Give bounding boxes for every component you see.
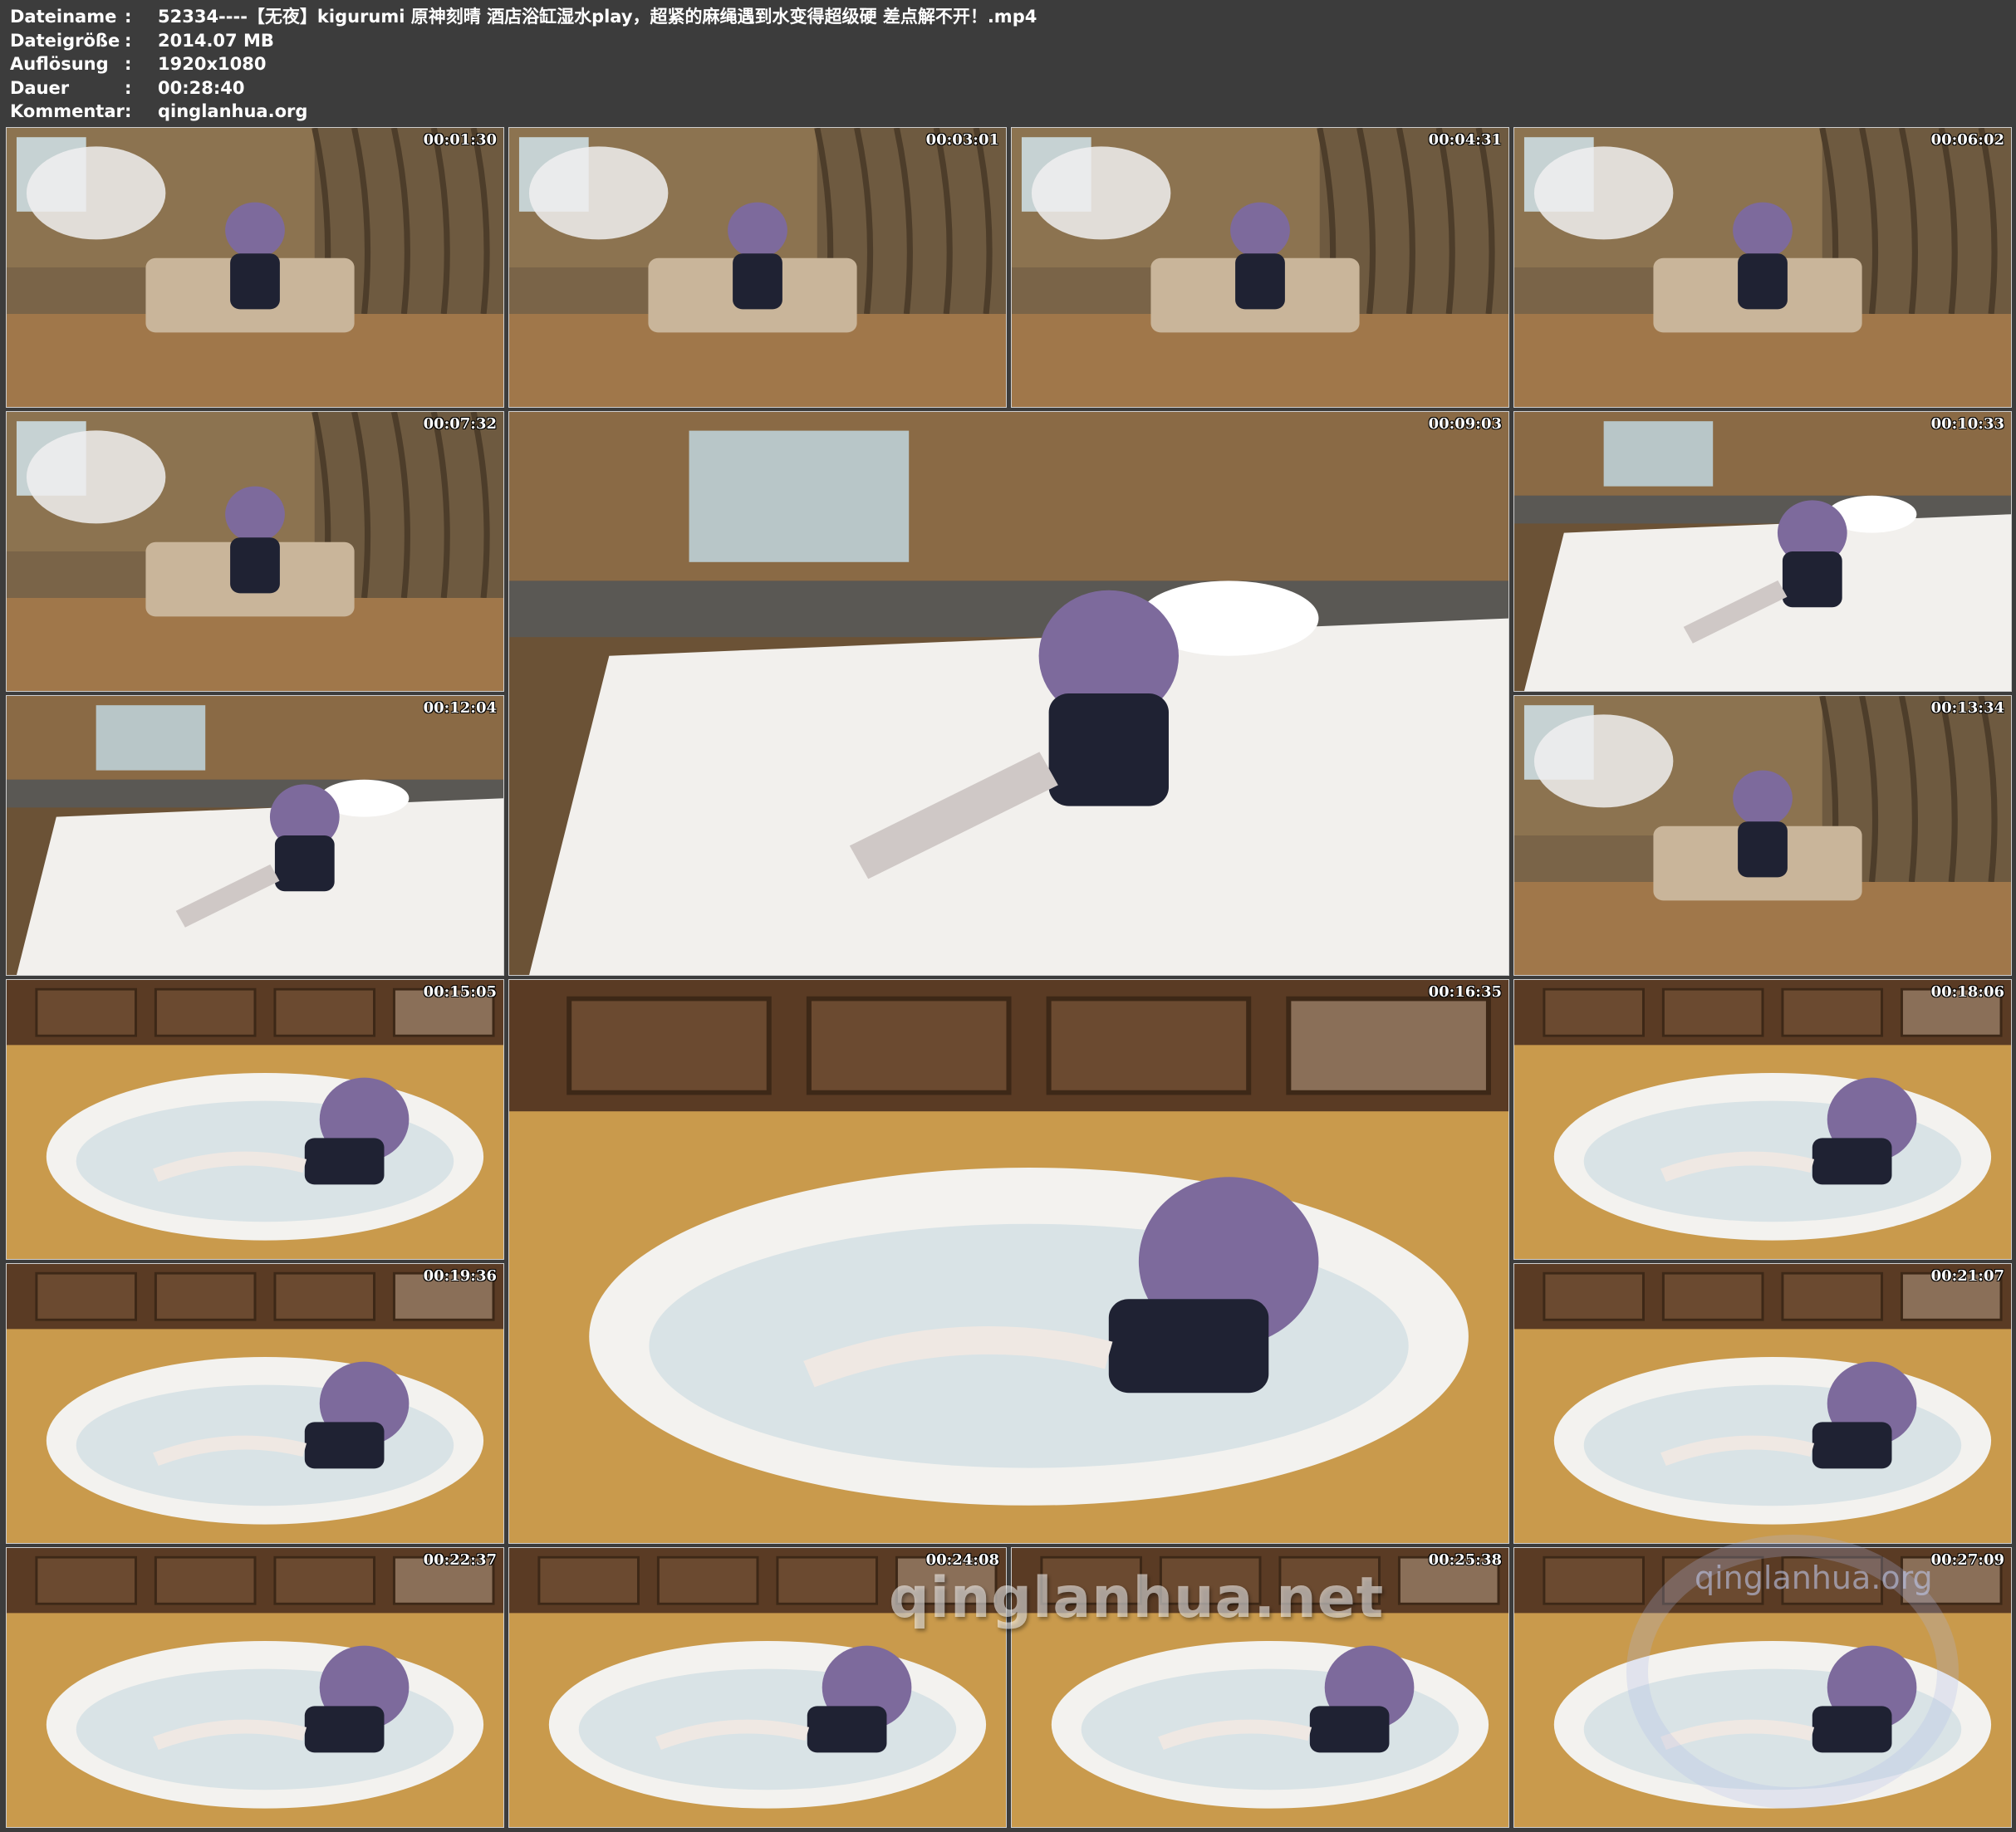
video-frame-thumbnail: 00:07:32: [6, 411, 504, 692]
frame-image: [1514, 412, 2011, 691]
video-frame-thumbnail: 00:21:07: [1513, 1263, 2012, 1544]
file-info: Dateiname : 52334----【无夜】kigurumi 原神刻晴 酒…: [10, 5, 1037, 124]
filename-label: Dateiname: [10, 7, 117, 27]
filesize-row: Dateigröße : 2014.07 MB: [10, 29, 1037, 53]
frame-image: [7, 128, 503, 407]
frame-timestamp: 00:25:38: [1428, 1551, 1502, 1569]
watermark-net: qinglanhua.net: [889, 1565, 1385, 1631]
frame-image: [7, 412, 503, 691]
frame-image: [509, 412, 1508, 975]
filesize-sep: :: [125, 30, 132, 51]
duration-value: 00:28:40: [158, 77, 245, 98]
filesize-label: Dateigröße: [10, 30, 120, 51]
duration-sep: :: [125, 77, 132, 98]
resolution-row: Auflösung : 1920x1080: [10, 52, 1037, 76]
frame-image: [1012, 128, 1508, 407]
frame-timestamp: 00:09:03: [1428, 415, 1502, 433]
frame-timestamp: 00:19:36: [423, 1267, 497, 1285]
frame-timestamp: 00:22:37: [423, 1551, 497, 1569]
video-frame-thumbnail: 00:09:03: [508, 411, 1509, 976]
video-frame-thumbnail: 00:06:02: [1513, 127, 2012, 408]
frame-timestamp: 00:18:06: [1930, 983, 2004, 1001]
video-frame-thumbnail: 00:22:37: [6, 1547, 504, 1828]
frame-timestamp: 00:01:30: [423, 131, 497, 149]
filesize-value: 2014.07 MB: [158, 30, 274, 51]
frame-image: [1514, 696, 2011, 975]
filename-row: Dateiname : 52334----【无夜】kigurumi 原神刻晴 酒…: [10, 5, 1037, 29]
frame-image: [1514, 128, 2011, 407]
video-frame-thumbnail: 00:10:33: [1513, 411, 2012, 692]
duration-row: Dauer : 00:28:40: [10, 76, 1037, 100]
video-frame-thumbnail: 00:16:35: [508, 979, 1509, 1544]
duration-label: Dauer: [10, 77, 70, 98]
frame-image: [7, 1548, 503, 1827]
filename-value: 52334----【无夜】kigurumi 原神刻晴 酒店浴缸湿水play，超紧…: [158, 7, 1037, 27]
frame-timestamp: 00:07:32: [423, 415, 497, 433]
frame-timestamp: 00:16:35: [1428, 983, 1502, 1001]
frame-timestamp: 00:21:07: [1930, 1267, 2004, 1285]
frame-timestamp: 00:03:01: [925, 131, 999, 149]
frame-image: [509, 980, 1508, 1543]
frame-timestamp: 00:10:33: [1930, 415, 2004, 433]
frame-image: [1514, 1264, 2011, 1543]
frame-image: [7, 980, 503, 1259]
video-frame-thumbnail: 00:04:31: [1011, 127, 1509, 408]
comment-label: Kommentar: [10, 101, 125, 121]
video-frame-thumbnail: 00:15:05: [6, 979, 504, 1260]
video-frame-thumbnail: 00:13:34: [1513, 695, 2012, 976]
frame-timestamp: 00:06:02: [1930, 131, 2004, 149]
frame-timestamp: 00:13:34: [1930, 699, 2004, 717]
comment-row: Kommentar : qinglanhua.org: [10, 100, 1037, 124]
frame-image: [7, 1264, 503, 1543]
filename-sep: :: [125, 7, 132, 27]
frame-timestamp: 00:12:04: [423, 699, 497, 717]
frame-image: [1514, 980, 2011, 1259]
resolution-value: 1920x1080: [158, 54, 267, 74]
video-frame-thumbnail: 00:19:36: [6, 1263, 504, 1544]
frame-timestamp: 00:27:09: [1930, 1551, 2004, 1569]
frame-image: [509, 128, 1006, 407]
comment-sep: :: [125, 101, 132, 121]
frame-timestamp: 00:15:05: [423, 983, 497, 1001]
video-frame-thumbnail: 00:03:01: [508, 127, 1007, 408]
video-frame-thumbnail: 00:18:06: [1513, 979, 2012, 1260]
frame-timestamp: 00:04:31: [1428, 131, 1502, 149]
watermark-org: qinglanhua.org: [1695, 1560, 1933, 1596]
video-frame-thumbnail: 00:01:30: [6, 127, 504, 408]
resolution-label: Auflösung: [10, 54, 109, 74]
frame-image: [7, 696, 503, 975]
resolution-sep: :: [125, 54, 132, 74]
comment-value: qinglanhua.org: [158, 101, 308, 121]
video-frame-thumbnail: 00:12:04: [6, 695, 504, 976]
